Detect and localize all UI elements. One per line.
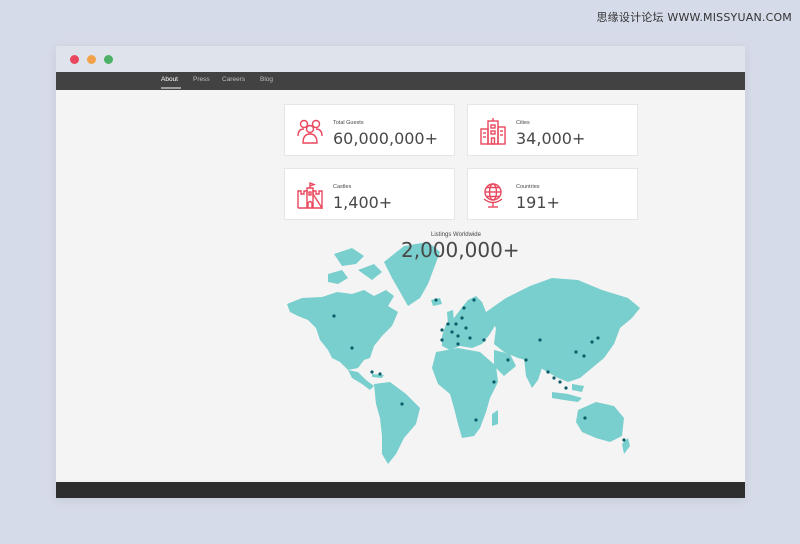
map-marker: [400, 402, 404, 406]
stat-card-castles: Castles 1,400+: [284, 168, 455, 220]
listings-value: 2,000,000+: [401, 238, 520, 262]
stat-value: 34,000+: [516, 129, 586, 148]
map-marker: [564, 386, 568, 390]
maximize-window-button[interactable]: [104, 55, 113, 64]
world-map-landmass: [287, 242, 640, 464]
map-marker: [582, 354, 586, 358]
watermark: 思缘设计论坛 WWW.MISSYUAN.COM: [596, 11, 792, 24]
map-marker: [370, 370, 374, 374]
stat-value: 191+: [516, 193, 560, 212]
stat-label: Countries: [516, 184, 540, 190]
stat-value: 1,400+: [333, 193, 393, 212]
map-marker: [464, 326, 468, 330]
nav-item-press[interactable]: Press: [193, 76, 210, 83]
map-marker: [350, 346, 354, 350]
stat-label: Castles: [333, 184, 352, 190]
window-titlebar: [56, 46, 745, 72]
map-marker: [434, 298, 438, 302]
map-marker: [440, 328, 444, 332]
people-icon: [297, 119, 323, 144]
map-marker: [552, 376, 556, 380]
minimize-window-button[interactable]: [87, 55, 96, 64]
map-marker: [524, 358, 528, 362]
map-marker: [456, 334, 460, 338]
map-marker: [450, 330, 454, 334]
map-marker: [574, 350, 578, 354]
active-nav-indicator: [161, 87, 181, 89]
stat-label: Cities: [516, 120, 530, 126]
map-marker: [558, 380, 562, 384]
stat-card-total-guests: Total Guests 60,000,000+: [284, 104, 455, 156]
map-marker: [332, 314, 336, 318]
map-marker: [456, 342, 460, 346]
map-marker: [454, 322, 458, 326]
map-marker: [440, 338, 444, 342]
map-marker: [468, 336, 472, 340]
map-marker: [378, 372, 382, 376]
close-window-button[interactable]: [70, 55, 79, 64]
map-marker: [462, 306, 466, 310]
map-marker: [472, 298, 476, 302]
map-marker: [590, 340, 594, 344]
world-map: [287, 242, 640, 464]
map-marker: [622, 438, 626, 442]
map-marker: [460, 316, 464, 320]
nav-item-blog[interactable]: Blog: [260, 76, 273, 83]
map-marker: [474, 418, 478, 422]
stat-card-countries: Countries 191+: [467, 168, 638, 220]
map-marker: [538, 338, 542, 342]
map-marker: [506, 358, 510, 362]
browser-window: About Press Careers Blog Total Guests 60…: [56, 46, 745, 498]
globe-icon: [483, 183, 503, 208]
map-marker: [482, 338, 486, 342]
map-marker: [546, 370, 550, 374]
castle-icon: [297, 181, 323, 209]
map-marker: [596, 336, 600, 340]
nav-item-careers[interactable]: Careers: [222, 76, 245, 83]
stat-card-cities: Cities 34,000+: [467, 104, 638, 156]
stat-value: 60,000,000+: [333, 129, 439, 148]
city-icon: [480, 118, 506, 145]
map-marker: [446, 322, 450, 326]
map-marker: [583, 416, 587, 420]
nav-item-about[interactable]: About: [161, 76, 178, 83]
top-navigation: About Press Careers Blog: [56, 72, 745, 90]
stat-label: Total Guests: [333, 120, 364, 126]
page-footer: [56, 482, 745, 498]
map-marker: [492, 380, 496, 384]
